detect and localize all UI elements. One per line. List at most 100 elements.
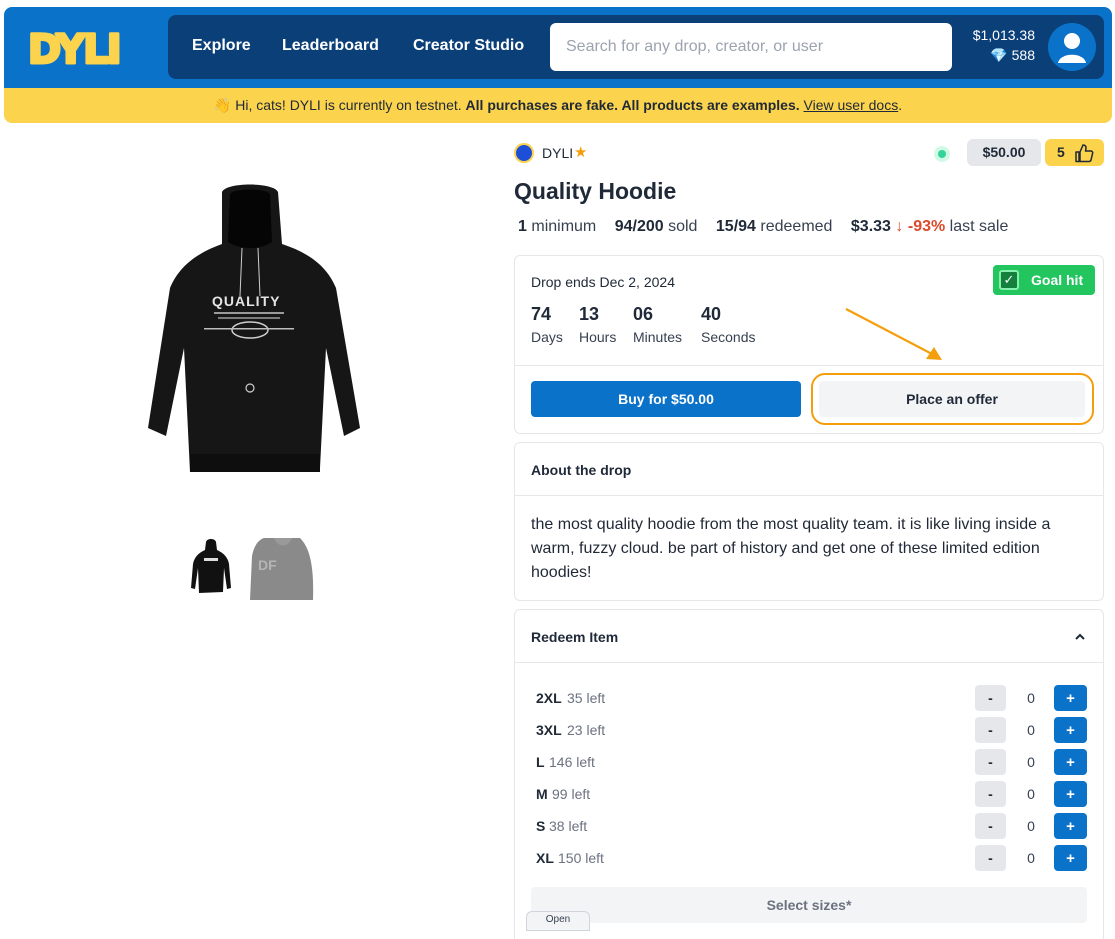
thumbnail-front[interactable] <box>190 536 232 596</box>
countdown-hours: 13 Hours <box>579 304 616 345</box>
increment-button[interactable]: + <box>1054 781 1087 807</box>
decrement-button[interactable]: - <box>975 781 1006 807</box>
live-status-icon <box>934 146 950 162</box>
gem-count: 588 <box>1011 47 1035 63</box>
check-icon: ✓ <box>999 270 1019 290</box>
decrement-button[interactable]: - <box>975 749 1006 775</box>
user-docs-link[interactable]: View user docs <box>804 97 899 113</box>
size-label: 3XL <box>536 722 562 738</box>
creator-name[interactable]: DYLI <box>542 145 573 161</box>
divider <box>515 365 1103 366</box>
decrement-button[interactable]: - <box>975 845 1006 871</box>
place-offer-button[interactable]: Place an offer <box>819 381 1085 417</box>
arrow-down-icon: ↓ <box>895 218 904 235</box>
redeem-heading: Redeem Item <box>531 629 619 645</box>
decrement-button[interactable]: - <box>975 813 1006 839</box>
size-stock: 150 left <box>558 850 604 866</box>
top-navigation-bar: DYLI Explore Leaderboard Creator Studio … <box>4 7 1112 88</box>
minimum-label: minimum <box>531 218 597 235</box>
size-stock: 35 left <box>567 690 606 706</box>
testnet-banner: 👋 Hi, cats! DYLI is currently on testnet… <box>4 88 1112 123</box>
thumbs-up-icon <box>1075 144 1094 163</box>
minimum-count: 1 <box>518 218 527 235</box>
banner-prefix: Hi, cats! DYLI is currently on testnet. <box>235 97 462 113</box>
quantity-value: 0 <box>1027 690 1035 706</box>
drop-card: Drop ends Dec 2, 2024 ✓ Goal hit 74 Days… <box>514 255 1104 434</box>
nav-leaderboard[interactable]: Leaderboard <box>282 37 379 55</box>
like-button[interactable]: 5 <box>1045 139 1104 166</box>
select-sizes-button[interactable]: Select sizes* <box>531 887 1087 923</box>
open-tab[interactable]: Open <box>526 911 590 931</box>
creator-avatar[interactable] <box>514 143 534 163</box>
increment-button[interactable]: + <box>1054 685 1087 711</box>
size-label: M <box>536 786 548 802</box>
nav-panel: Explore Leaderboard Creator Studio $1,01… <box>168 15 1104 79</box>
size-label: XL <box>536 850 554 866</box>
product-stats: 1 minimum 94/200 sold 15/94 redeemed $3.… <box>518 218 1008 236</box>
goal-hit-badge: ✓ Goal hit <box>993 265 1095 295</box>
increment-button[interactable]: + <box>1054 845 1087 871</box>
decrement-button[interactable]: - <box>975 717 1006 743</box>
countdown-hours-label: Hours <box>579 329 617 345</box>
divider <box>515 495 1103 496</box>
size-label: S <box>536 818 546 834</box>
size-stock: 99 left <box>552 786 591 802</box>
banner-warning: All purchases are fake. All products are… <box>465 97 800 113</box>
wallet-balance: $1,013.38 💎 588 <box>973 25 1035 65</box>
product-image: QUALITY <box>148 184 360 472</box>
offer-highlight: Place an offer <box>811 373 1094 425</box>
user-icon <box>1048 23 1096 71</box>
sold-count: 94/200 <box>614 218 664 235</box>
size-row: XL 150 left - 0 + <box>535 845 1087 871</box>
sold-label: sold <box>668 218 698 235</box>
increment-button[interactable]: + <box>1054 813 1087 839</box>
redeem-card: Redeem Item 2XL 35 left - 0 + 3XL 23 lef… <box>514 609 1104 939</box>
buy-button[interactable]: Buy for $50.00 <box>531 381 801 417</box>
banner-suffix: . <box>898 97 903 113</box>
size-row: 2XL 35 left - 0 + <box>535 685 1087 711</box>
nav-creator-studio[interactable]: Creator Studio <box>413 37 524 55</box>
svg-text:DF: DF <box>258 557 277 573</box>
user-avatar[interactable] <box>1048 23 1096 71</box>
creator-row: DYLI ★ $50.00 5 <box>514 139 1104 166</box>
nav-explore[interactable]: Explore <box>192 37 251 55</box>
quantity-value: 0 <box>1027 786 1035 802</box>
redeemed-label: redeemed <box>760 218 833 235</box>
countdown-seconds: 40 Seconds <box>701 304 755 345</box>
size-row: M 99 left - 0 + <box>535 781 1087 807</box>
quantity-value: 0 <box>1027 818 1035 834</box>
size-stock: 38 left <box>549 818 588 834</box>
search-input[interactable] <box>550 23 952 71</box>
countdown-days: 74 Days <box>531 304 563 345</box>
countdown-hours-value: 13 <box>579 304 600 324</box>
chevron-up-icon[interactable] <box>1073 630 1087 644</box>
price-badge: $50.00 <box>967 139 1041 166</box>
decrement-button[interactable]: - <box>975 685 1006 711</box>
redeemed-count: 15/94 <box>715 218 756 235</box>
goal-label: Goal hit <box>1031 272 1084 288</box>
countdown-days-label: Days <box>531 329 563 345</box>
thumbnail-back[interactable]: DF <box>250 536 314 600</box>
size-stock: 23 left <box>567 722 606 738</box>
countdown-minutes-label: Minutes <box>633 329 683 345</box>
diamond-icon: 💎 <box>990 47 1008 63</box>
product-title: Quality Hoodie <box>514 178 677 204</box>
quantity-value: 0 <box>1027 850 1035 866</box>
annotation-arrow-icon <box>845 308 942 360</box>
drop-end-date: Drop ends Dec 2, 2024 <box>531 274 675 290</box>
countdown-days-value: 74 <box>531 304 552 324</box>
like-count: 5 <box>1057 144 1065 160</box>
dyli-logo[interactable]: DYLI <box>26 25 148 70</box>
about-text: the most quality hoodie from the most qu… <box>531 516 1051 581</box>
last-sale-label: last sale <box>949 218 1009 235</box>
increment-button[interactable]: + <box>1054 717 1087 743</box>
increment-button[interactable]: + <box>1054 749 1087 775</box>
svg-text:DYLI: DYLI <box>28 27 120 69</box>
divider <box>515 662 1103 663</box>
countdown-minutes-value: 06 <box>633 304 654 324</box>
size-row: S 38 left - 0 + <box>535 813 1087 839</box>
size-row: 3XL 23 left - 0 + <box>535 717 1087 743</box>
about-heading: About the drop <box>531 462 632 478</box>
price-change: -93% <box>907 218 946 235</box>
countdown-minutes: 06 Minutes <box>633 304 682 345</box>
